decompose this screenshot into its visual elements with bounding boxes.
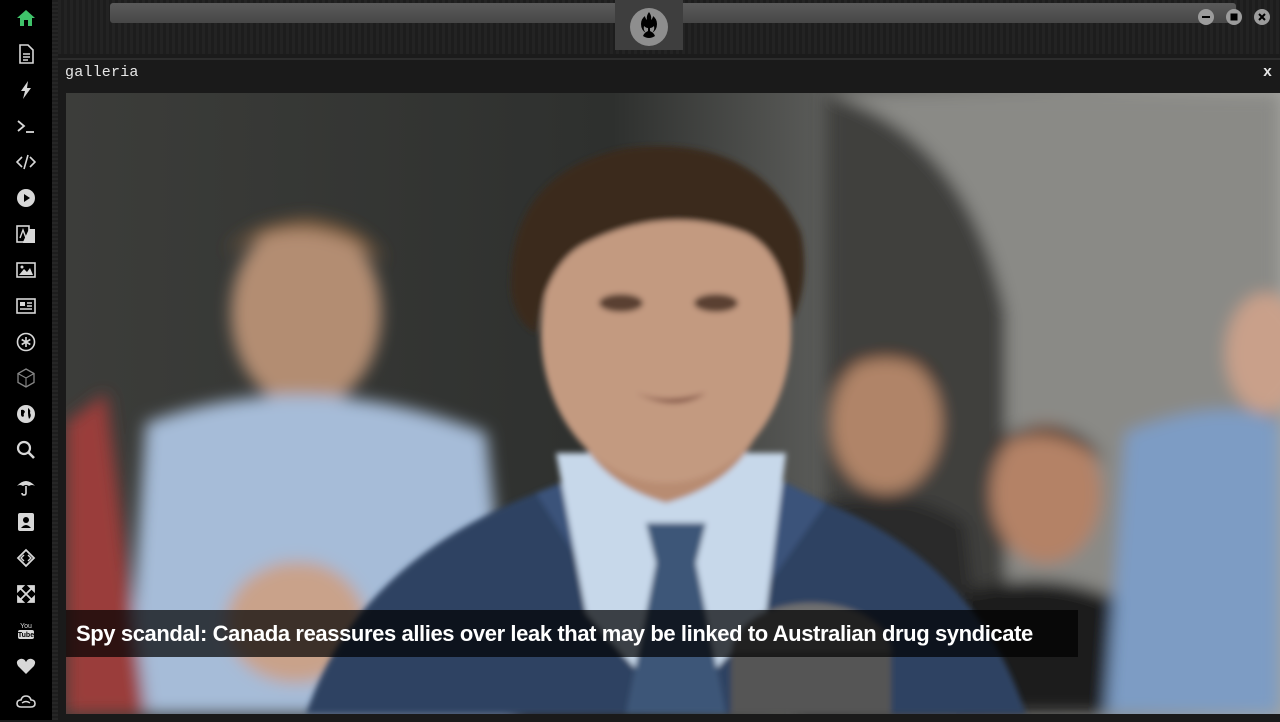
window-title: galleria [65, 64, 139, 81]
svg-text:You: You [20, 623, 32, 630]
expand-icon[interactable] [11, 580, 41, 608]
minimize-button[interactable] [1198, 9, 1214, 25]
maximize-button[interactable] [1226, 9, 1242, 25]
globe-icon[interactable] [11, 400, 41, 428]
close-button[interactable]: x [1263, 64, 1272, 81]
caption-text: Spy scandal: Canada reassures allies ove… [76, 620, 1033, 646]
cloud-icon[interactable] [11, 688, 41, 716]
sidebar: You Tube [0, 0, 52, 720]
translate-icon[interactable] [11, 220, 41, 248]
home-icon[interactable] [11, 4, 41, 32]
youtube-icon[interactable]: You Tube [11, 616, 41, 644]
diamond-code-icon[interactable] [11, 544, 41, 572]
search-icon[interactable] [11, 436, 41, 464]
newspaper-icon[interactable] [11, 292, 41, 320]
logo-tab[interactable] [615, 0, 683, 50]
svg-text:Tube: Tube [18, 632, 34, 639]
umbrella-icon[interactable] [11, 472, 41, 500]
play-icon[interactable] [11, 184, 41, 212]
photo-caption: Spy scandal: Canada reassures allies ove… [66, 610, 1078, 657]
image-icon[interactable] [11, 256, 41, 284]
lightning-icon[interactable] [11, 76, 41, 104]
code-icon[interactable] [11, 148, 41, 176]
terminal-icon[interactable] [11, 112, 41, 140]
heart-icon[interactable] [11, 652, 41, 680]
contact-card-icon[interactable] [11, 508, 41, 536]
asterisk-icon[interactable] [11, 328, 41, 356]
close-window-button[interactable] [1254, 9, 1270, 25]
cube-icon[interactable] [11, 364, 41, 392]
document-icon[interactable] [11, 40, 41, 68]
